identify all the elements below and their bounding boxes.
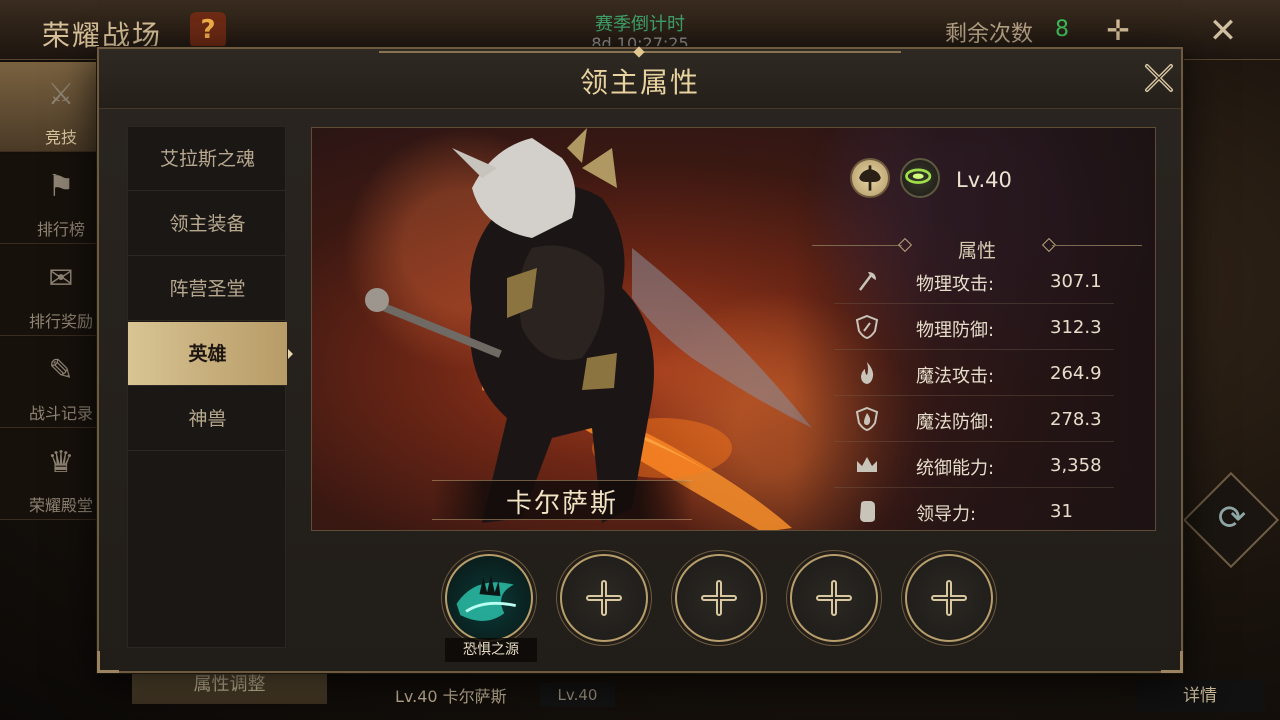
add-plus-icon xyxy=(586,580,622,616)
add-plus-icon xyxy=(931,580,967,616)
stat-label: 魔法防御: xyxy=(916,412,995,433)
add-plus-icon xyxy=(701,580,737,616)
season-countdown-label: 赛季倒计时 xyxy=(595,14,685,35)
remaining-attempts-count: 8 xyxy=(1055,17,1069,42)
axe-icon xyxy=(859,272,876,291)
stat-row-leadership: 领导力: 31 xyxy=(834,488,1114,530)
shield-axe-icon xyxy=(855,314,879,340)
stat-label: 统御能力: xyxy=(916,458,995,479)
hero-panel: 卡尔萨斯 Lv.40 属性 物理攻击: 307.1 物理防御: 312.3 魔法… xyxy=(311,127,1156,531)
hero-level: Lv.40 xyxy=(956,168,1012,192)
stat-label: 物理攻击: xyxy=(916,274,995,295)
hero-name: 卡尔萨斯 xyxy=(505,489,618,519)
stat-row-physical-defense: 物理防御: 312.3 xyxy=(834,304,1114,350)
skill-slot-label: 恐惧之源 xyxy=(445,638,537,662)
add-attempts-button[interactable]: ✛ xyxy=(1098,14,1138,48)
remaining-attempts-label: 剩余次数 xyxy=(945,22,1034,47)
shield-flame-icon xyxy=(855,406,879,432)
dialog-close-button[interactable] xyxy=(1141,60,1177,96)
dialog-title: 领主属性 xyxy=(579,66,700,99)
add-plus-icon xyxy=(816,580,852,616)
fear-source-skill-icon xyxy=(456,575,517,621)
crown-icon xyxy=(857,457,877,472)
tab-equipment[interactable]: 领主装备 xyxy=(128,192,287,256)
banner-icon: ⚑ xyxy=(47,169,75,204)
stat-row-magic-attack: 魔法攻击: 264.9 xyxy=(834,350,1114,396)
reward-icon: ✉ xyxy=(48,261,74,296)
stat-value: 264.9 xyxy=(1050,363,1102,384)
refresh-icon[interactable]: ⟳ xyxy=(1212,498,1252,538)
category-tabs: 艾拉斯之魂 领主装备 阵营圣堂 英雄 神兽 xyxy=(127,126,293,648)
close-icon xyxy=(1145,64,1173,92)
level-badge: Lv.40 xyxy=(540,683,615,707)
tab-divine-beast[interactable]: 神兽 xyxy=(128,387,287,451)
fist-icon xyxy=(860,501,875,522)
stat-row-physical-attack: 物理攻击: 307.1 xyxy=(834,258,1114,304)
stat-row-magic-defense: 魔法防御: 278.3 xyxy=(834,396,1114,442)
battle-log-icon: ✎ xyxy=(48,353,74,388)
crossed-swords-icon: ⚔ xyxy=(47,77,75,112)
skill-slot-empty[interactable] xyxy=(905,554,993,642)
page-close-button[interactable]: ✕ xyxy=(1204,12,1242,50)
corner-ornament xyxy=(1161,651,1183,673)
hall-of-honor-icon: ♛ xyxy=(47,445,75,480)
tab-soul[interactable]: 艾拉斯之魂 xyxy=(128,127,287,191)
stat-row-command: 统御能力: 3,358 xyxy=(834,442,1114,488)
stat-value: 278.3 xyxy=(1050,409,1102,430)
skill-slot-empty[interactable] xyxy=(560,554,648,642)
stat-label: 物理防御: xyxy=(916,320,995,341)
stat-label: 领导力: xyxy=(916,504,977,525)
stat-value: 31 xyxy=(1050,501,1073,522)
swirl-skill-icon xyxy=(900,158,940,198)
corner-ornament xyxy=(97,651,119,673)
skill-slot-empty[interactable] xyxy=(790,554,878,642)
game-screen: 荣耀战场 ? 赛季倒计时 8d 10:27:25 剩余次数 8 ✛ ✕ ⚔ 竞技… xyxy=(0,0,1280,720)
hero-summary-text: Lv.40 卡尔萨斯 xyxy=(395,687,507,706)
skill-slot-empty[interactable] xyxy=(675,554,763,642)
lord-attributes-dialog: 领主属性 艾拉斯之魂 领主装备 阵营圣堂 英雄 神兽 卡尔萨斯 Lv.40 属性… xyxy=(97,46,1183,673)
stat-value: 307.1 xyxy=(1050,271,1102,292)
skill-slot-equipped[interactable] xyxy=(445,554,533,642)
axe-class-icon xyxy=(850,158,890,198)
flame-icon xyxy=(861,362,874,384)
divider xyxy=(812,245,902,246)
divider xyxy=(1052,245,1142,246)
stat-value: 312.3 xyxy=(1050,317,1102,338)
tab-hero[interactable]: 英雄 xyxy=(128,322,287,386)
stat-value: 3,358 xyxy=(1050,455,1102,476)
help-button[interactable]: ? xyxy=(190,12,226,48)
active-tab-indicator xyxy=(288,349,293,359)
detail-button[interactable]: 详情 xyxy=(1135,680,1265,712)
hero-portrait xyxy=(365,128,812,530)
tab-faction-temple[interactable]: 阵营圣堂 xyxy=(128,257,287,321)
stat-label: 魔法攻击: xyxy=(916,366,995,387)
